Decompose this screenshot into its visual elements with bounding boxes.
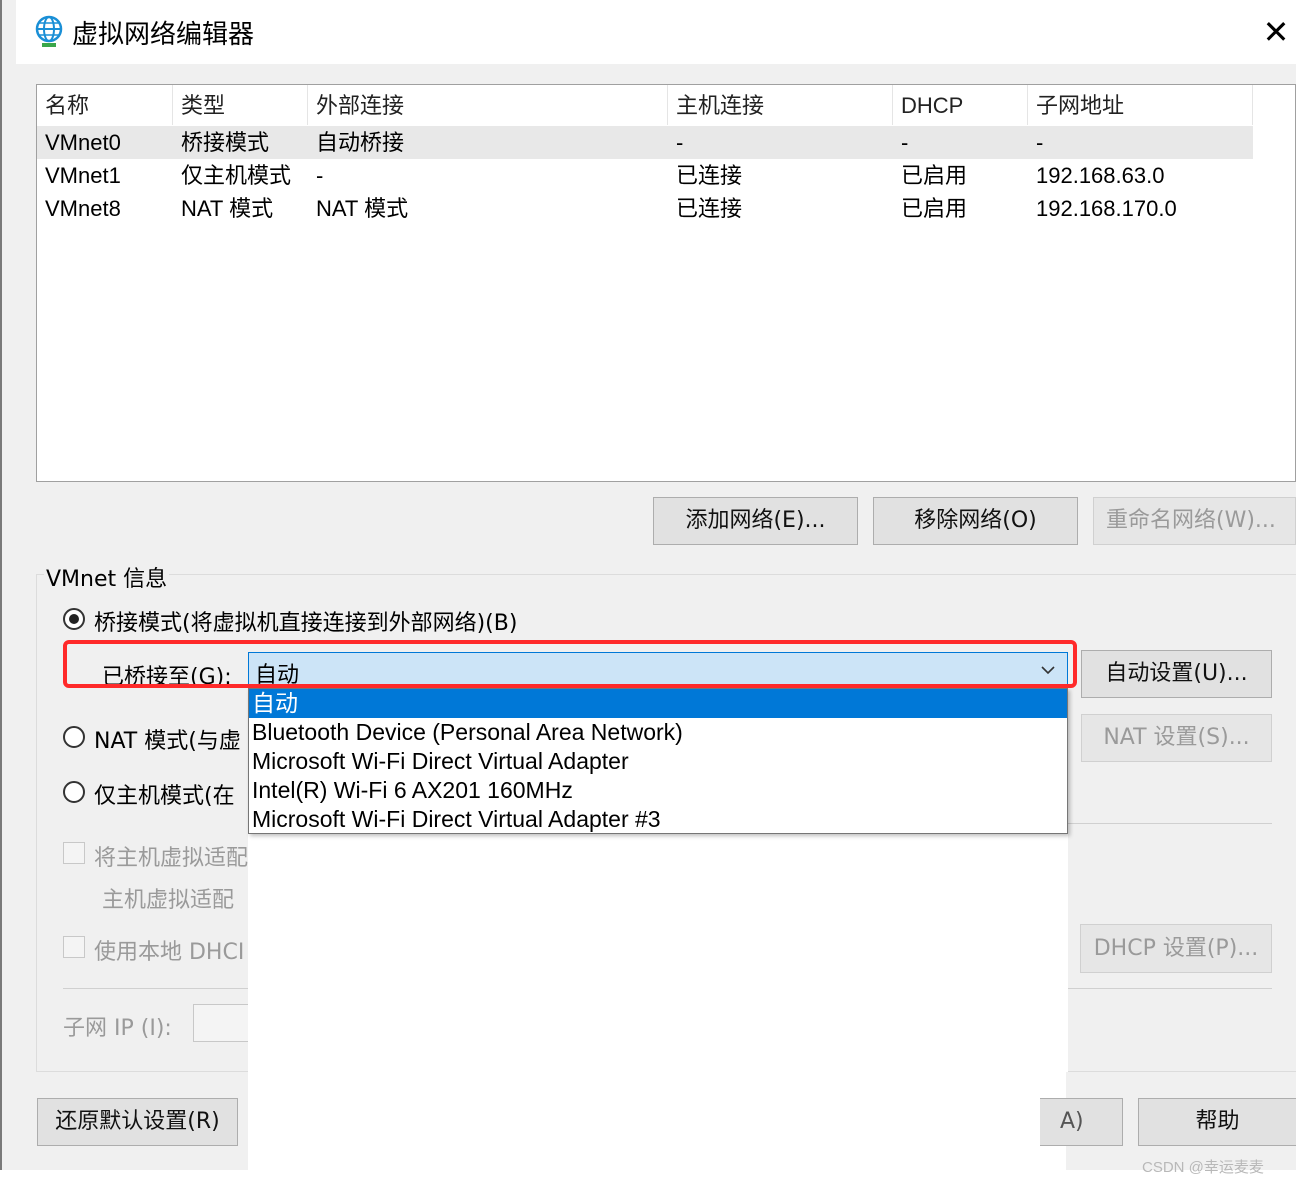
column-header-dhcp[interactable]: DHCP: [893, 85, 1028, 125]
table-cell: 桥接模式: [181, 130, 270, 155]
dropdown-option[interactable]: Bluetooth Device (Personal Area Network): [249, 718, 1067, 747]
table-cell: VMnet0: [45, 130, 121, 155]
table-cell: -: [676, 130, 684, 155]
nat-mode-label[interactable]: NAT 模式(与虚: [94, 723, 241, 755]
nat-settings-button[interactable]: NAT 设置(S)...: [1081, 714, 1272, 762]
table-header: 名称 类型 外部连接 主机连接 DHCP 子网地址: [37, 85, 1295, 125]
bridged-to-dropdown-list[interactable]: 自动 Bluetooth Device (Personal Area Netwo…: [248, 688, 1068, 834]
network-table[interactable]: 名称 类型 外部连接 主机连接 DHCP 子网地址 VMnet0 桥接模式 自动…: [36, 84, 1296, 482]
host-adapter-name-label: 主机虚拟适配: [102, 888, 235, 913]
column-header-type[interactable]: 类型: [173, 85, 308, 125]
annotation-highlight-box: [63, 640, 1077, 688]
table-cell: 已启用: [901, 196, 968, 221]
table-cell: 已连接: [676, 196, 743, 221]
table-cell: VMnet1: [45, 163, 121, 188]
subnet-ip-input[interactable]: [193, 1004, 253, 1042]
table-cell: 仅主机模式: [181, 163, 292, 188]
table-cell: -: [901, 130, 909, 155]
globe-network-icon: [32, 14, 66, 48]
dropdown-option[interactable]: Intel(R) Wi-Fi 6 AX201 160MHz: [249, 776, 1067, 805]
column-header-external[interactable]: 外部连接: [308, 85, 668, 125]
column-header-subnet[interactable]: 子网地址: [1028, 85, 1253, 125]
table-row[interactable]: VMnet0 桥接模式 自动桥接 - - -: [37, 126, 1253, 159]
table-cell: 已连接: [676, 163, 743, 188]
group-label: VMnet 信息: [44, 561, 170, 593]
separator: [63, 988, 248, 989]
host-only-radio[interactable]: [63, 781, 85, 803]
table-cell: NAT 模式: [181, 196, 274, 221]
watermark: CSDN @幸运麦麦: [1142, 1159, 1264, 1176]
window-title: 虚拟网络编辑器: [72, 20, 255, 50]
connect-host-adapter-checkbox[interactable]: [63, 842, 85, 864]
table-cell: 192.168.170.0: [1036, 196, 1177, 221]
remove-network-button[interactable]: 移除网络(O): [873, 497, 1078, 545]
table-cell: NAT 模式: [316, 196, 409, 221]
help-button[interactable]: 帮助: [1138, 1098, 1296, 1146]
dhcp-settings-button[interactable]: DHCP 设置(P)...: [1080, 924, 1272, 973]
bridged-mode-label[interactable]: 桥接模式(将虚拟机直接连接到外部网络)(B): [94, 605, 517, 637]
subnet-ip-label: 子网 IP (I):: [63, 1016, 172, 1041]
table-cell: 已启用: [901, 163, 968, 188]
table-cell: 192.168.63.0: [1036, 163, 1165, 188]
use-dhcp-checkbox[interactable]: [63, 936, 85, 958]
dropdown-option[interactable]: 自动: [249, 689, 1067, 718]
column-header-name[interactable]: 名称: [37, 85, 173, 125]
close-icon[interactable]: ✕: [1256, 10, 1296, 54]
use-dhcp-label[interactable]: 使用本地 DHCI: [94, 934, 244, 966]
separator: [1068, 823, 1272, 824]
rename-network-button[interactable]: 重命名网络(W)...: [1093, 497, 1296, 545]
bridged-mode-radio[interactable]: [63, 608, 85, 630]
dropdown-shadow-area: [248, 1072, 1066, 1170]
host-only-label[interactable]: 仅主机模式(在: [94, 778, 235, 810]
connect-host-adapter-label[interactable]: 将主机虚拟适配: [94, 840, 248, 872]
dropdown-option[interactable]: Microsoft Wi-Fi Direct Virtual Adapter #…: [249, 805, 1067, 834]
dropdown-option[interactable]: Microsoft Wi-Fi Direct Virtual Adapter: [249, 747, 1067, 776]
add-network-button[interactable]: 添加网络(E)...: [653, 497, 858, 545]
table-cell: 自动桥接: [316, 130, 405, 155]
separator: [1068, 988, 1272, 989]
table-cell: VMnet8: [45, 196, 121, 221]
dropdown-shadow-area: [248, 834, 1068, 1072]
restore-defaults-button[interactable]: 还原默认设置(R): [37, 1098, 238, 1146]
table-cell: -: [316, 163, 324, 188]
table-row[interactable]: VMnet8 NAT 模式 NAT 模式 已连接 已启用 192.168.170…: [37, 192, 1253, 225]
table-cell: -: [1036, 130, 1044, 155]
table-row[interactable]: VMnet1 仅主机模式 - 已连接 已启用 192.168.63.0: [37, 159, 1253, 192]
auto-settings-button[interactable]: 自动设置(U)...: [1081, 650, 1272, 698]
nat-mode-radio[interactable]: [63, 726, 85, 748]
apply-button[interactable]: A): [1040, 1098, 1123, 1146]
column-header-host[interactable]: 主机连接: [668, 85, 893, 125]
